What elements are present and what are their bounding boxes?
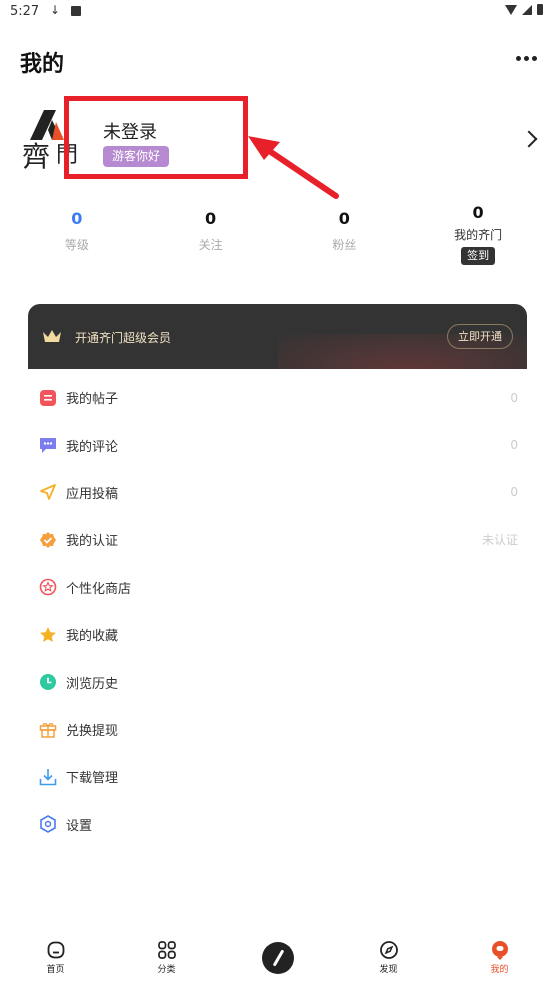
status-time: 5:27 (10, 4, 40, 19)
menu-value: 0 (510, 438, 518, 453)
discover-icon (379, 941, 398, 959)
vip-banner[interactable]: 开通齐门超级会员 立即开通 (28, 304, 527, 369)
vip-text: 开通齐门超级会员 (75, 331, 172, 345)
stat-my-qimen[interactable]: 0 我的齐门 签到 (411, 202, 545, 265)
tab-home[interactable]: 首页 (0, 936, 111, 986)
menu-label: 我的认证 (66, 534, 119, 550)
menu-list: 我的帖子 0 我的评论 0 应用投稿 0 我的认证 未认证 个性化商店 我的收藏 (28, 374, 527, 848)
signin-button[interactable]: 签到 (461, 247, 496, 265)
signal-icon (522, 4, 532, 15)
annotation-arrow (248, 136, 339, 199)
settings-icon (39, 815, 57, 834)
stat-level[interactable]: 0 等级 (10, 208, 144, 265)
stat-value: 0 (71, 209, 83, 228)
stat-label: 粉丝 (332, 238, 357, 252)
gift-icon (39, 720, 57, 739)
history-icon (39, 673, 57, 691)
menu-item-store[interactable]: 个性化商店 (28, 564, 527, 611)
download-icon (39, 768, 57, 786)
menu-label: 浏览历史 (66, 676, 119, 692)
comment-icon (39, 436, 57, 454)
stat-label: 等级 (64, 238, 89, 252)
tab-profile[interactable]: 我的 (444, 936, 555, 986)
system-icons (505, 4, 543, 15)
menu-label: 兑换提现 (66, 723, 119, 739)
svg-text:齊: 齊 (22, 140, 50, 173)
stat-label: 关注 (198, 238, 223, 252)
menu-item-downloads[interactable]: 下载管理 (28, 753, 527, 800)
post-icon (39, 389, 57, 407)
menu-value: 0 (510, 390, 518, 405)
profile-icon (491, 941, 508, 960)
menu-item-verification[interactable]: 我的认证 未认证 (28, 516, 527, 563)
vip-open-button[interactable]: 立即开通 (447, 324, 513, 349)
menu-item-posts[interactable]: 我的帖子 0 (28, 374, 527, 421)
menu-item-favorites[interactable]: 我的收藏 (28, 611, 527, 658)
menu-label: 我的收藏 (66, 629, 119, 645)
tab-label: 我的 (490, 965, 509, 975)
battery-icon (537, 4, 543, 15)
tab-label: 首页 (46, 965, 65, 975)
notification-icon (71, 6, 81, 16)
status-bar: 5:27 ↓ (0, 0, 555, 24)
tab-label: 分类 (157, 965, 176, 975)
menu-label: 应用投稿 (66, 486, 119, 502)
home-icon (47, 941, 64, 959)
create-icon[interactable] (261, 942, 294, 974)
tab-create[interactable] (222, 936, 333, 986)
bottom-tab-bar: 首页 分类 发现 我的 (0, 936, 555, 986)
crown-icon (43, 330, 61, 342)
stat-value: 0 (338, 209, 350, 228)
download-status-icon: ↓ (50, 3, 61, 17)
store-icon (39, 578, 57, 596)
menu-label: 下载管理 (66, 771, 119, 787)
menu-label: 个性化商店 (66, 581, 132, 597)
wifi-icon (505, 4, 517, 15)
stat-value: 0 (472, 203, 484, 222)
menu-item-comments[interactable]: 我的评论 0 (28, 421, 527, 468)
tab-category[interactable]: 分类 (111, 936, 222, 986)
chevron-right-icon[interactable] (520, 130, 538, 148)
stats-row: 0 等级 0 关注 0 粉丝 0 我的齐门 签到 (10, 203, 545, 265)
category-icon (157, 941, 176, 959)
menu-label: 我的帖子 (66, 392, 119, 408)
menu-label: 我的评论 (66, 439, 119, 455)
submit-icon (39, 483, 57, 501)
annotation-highlight-box (64, 96, 248, 179)
stat-following[interactable]: 0 关注 (144, 208, 278, 265)
menu-item-app-submission[interactable]: 应用投稿 0 (28, 469, 527, 516)
stat-followers[interactable]: 0 粉丝 (278, 208, 412, 265)
verify-icon (39, 531, 57, 549)
stat-value: 0 (205, 209, 217, 228)
tab-discover[interactable]: 发现 (333, 936, 444, 986)
menu-value: 0 (510, 485, 518, 500)
star-icon (39, 626, 57, 644)
tab-label: 发现 (379, 965, 398, 975)
stat-label: 我的齐门 (454, 228, 503, 242)
menu-item-history[interactable]: 浏览历史 (28, 658, 527, 705)
more-icon[interactable] (516, 56, 537, 61)
menu-item-redeem[interactable]: 兑换提现 (28, 706, 527, 753)
menu-value: 未认证 (481, 533, 518, 548)
menu-item-settings[interactable]: 设置 (28, 801, 527, 848)
menu-label: 设置 (66, 818, 93, 834)
page-title: 我的 (20, 52, 65, 77)
